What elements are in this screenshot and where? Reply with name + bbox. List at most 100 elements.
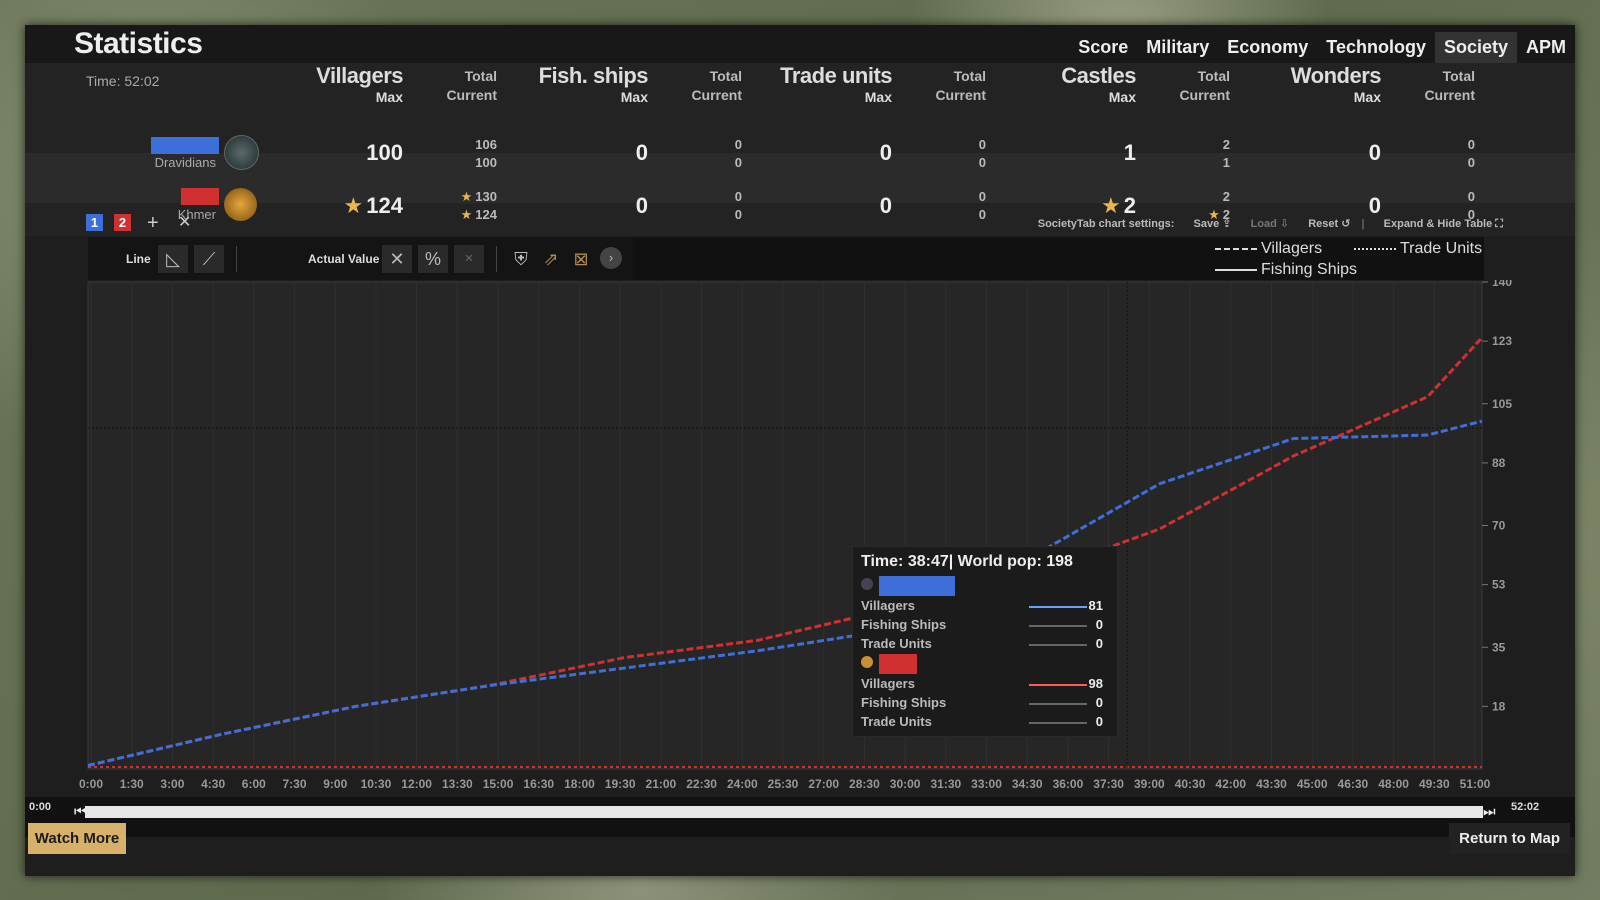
col-villagers-total-header: Total Current — [446, 68, 497, 103]
toolbar-divider — [496, 246, 497, 272]
x-tick-label: 27:00 — [808, 777, 839, 791]
x-tick-label: 7:30 — [283, 777, 307, 791]
x-tick-label: 30:00 — [890, 777, 921, 791]
p1-wonders-max: 0 — [1368, 140, 1381, 165]
society-line-chart[interactable]: 0:00 1:30 3:00 4:30 6:00 7:30 9:00 10:30 12:00 13… — [25, 280, 1575, 820]
x-tick-label: 12:00 — [401, 777, 432, 791]
actual-value-label: Actual Value — [308, 252, 380, 266]
khmer-civ-icon — [861, 656, 873, 668]
tooltip-title: Time: 38:47| World pop: 198 — [861, 553, 1073, 570]
col-castles-total-header: Total Current — [1179, 68, 1230, 103]
timeline-slider[interactable] — [85, 806, 1483, 818]
dravidians-civ-icon — [224, 135, 259, 170]
line-label: Line — [126, 252, 151, 266]
x-tick-label: 22:30 — [686, 777, 717, 791]
tooltip-row: Fishing Ships 0 — [861, 695, 1103, 710]
add-icon[interactable]: + — [147, 213, 159, 233]
expand-hide-table-button[interactable]: Expand & Hide Table ⛶ — [1376, 218, 1503, 230]
shield-icon[interactable]: ⛨ — [506, 245, 536, 273]
x-tick-label: 4:30 — [201, 777, 225, 791]
dravidians-civ-icon — [861, 578, 873, 590]
x-tick-label: 10:30 — [361, 777, 392, 791]
percent-icon[interactable]: % — [418, 245, 448, 273]
chart-toolbar: Line ◺ ⟋ Actual Value ✕ % ✕ ⛨ ⇗ ⊠ › Vill… — [88, 237, 1484, 280]
x-tick-label: 39:00 — [1134, 777, 1165, 791]
area-chart-icon[interactable]: ◺ — [158, 245, 188, 273]
legend-trade-units: Trade Units — [1354, 240, 1482, 258]
x-tick-label: 24:00 — [727, 777, 758, 791]
p1-wonders-total-current: 00 — [1467, 137, 1475, 170]
x-tick-label: 18:00 — [564, 777, 595, 791]
col-wonders-total-header: Total Current — [1424, 68, 1475, 103]
player-1-toggle[interactable]: 1 — [86, 214, 103, 231]
game-time: Time: 52:02 — [86, 73, 160, 89]
tooltip-player-1-bar — [879, 576, 955, 596]
x-tick-label: 51:00 — [1460, 777, 1491, 791]
close-icon[interactable]: ✕ — [382, 245, 412, 273]
chart-tooltip: Time: 38:47| World pop: 198 Villagers 81 … — [852, 546, 1118, 737]
legend-swatch — [1215, 247, 1257, 250]
x-tick-label: 9:00 — [323, 777, 347, 791]
col-tradeunits-total-header: Total Current — [935, 68, 986, 103]
y-tick-label: 35 — [1492, 640, 1506, 654]
col-fishships-total-header: Total Current — [691, 68, 742, 103]
p1-fishships-max: 0 — [635, 140, 648, 165]
tab-technology[interactable]: Technology — [1317, 32, 1435, 63]
battle-icon[interactable]: ⊠ — [566, 245, 596, 273]
timeline-end: 52:02 — [1511, 801, 1540, 813]
col-fishships-header: Fish. ships Max — [538, 63, 649, 105]
x-tick-label: 0:00 — [79, 777, 103, 791]
max-icon[interactable]: ✕ — [454, 245, 484, 273]
tooltip-row: Trade Units 0 — [861, 636, 1103, 651]
x-tick-label: 13:30 — [442, 777, 473, 791]
return-to-map-button[interactable]: Return to Map — [1449, 823, 1570, 854]
x-tick-label: 37:30 — [1093, 777, 1124, 791]
line-chart-icon[interactable]: ⟋ — [194, 245, 224, 273]
x-tick-label: 16:30 — [523, 777, 554, 791]
player-1-color-bar — [151, 137, 219, 154]
p1-castles-max: 1 — [1123, 140, 1136, 165]
close-icon[interactable]: ✕ — [178, 213, 191, 233]
x-tick-label: 40:30 — [1175, 777, 1206, 791]
col-tradeunits-header: Trade units Max — [780, 63, 892, 105]
x-tick-label: 1:30 — [120, 777, 144, 791]
tab-military[interactable]: Military — [1137, 32, 1218, 63]
y-tick-label: 123 — [1492, 334, 1512, 348]
p1-tradeunits-max: 0 — [879, 140, 892, 165]
col-villagers-header: Villagers Max — [316, 63, 403, 105]
watch-more-button[interactable]: Watch More — [28, 823, 126, 854]
tab-economy[interactable]: Economy — [1218, 32, 1317, 63]
legend-swatch — [1354, 247, 1396, 250]
x-tick-label: 34:30 — [1012, 777, 1043, 791]
player-2-toggle[interactable]: 2 — [114, 214, 131, 231]
p1-villagers-max: 100 — [366, 140, 403, 165]
x-tick-label: 15:00 — [483, 777, 514, 791]
p1-tradeunits-total-current: 00 — [978, 137, 986, 170]
skip-end-icon[interactable]: ⏭ — [1483, 803, 1496, 820]
y-tick-label: 88 — [1492, 456, 1506, 470]
tab-apm[interactable]: APM — [1517, 32, 1575, 63]
bottom-bar: Watch More Return to Map — [25, 822, 1575, 856]
reset-button[interactable]: Reset ↺ — [1300, 218, 1350, 230]
tooltip-row: Villagers 81 — [861, 598, 1103, 613]
x-tick-label: 6:00 — [242, 777, 266, 791]
y-tick-label: 105 — [1492, 397, 1512, 411]
settings-label: SocietyTab chart settings: — [1037, 218, 1175, 230]
x-tick-label: 3:00 — [160, 777, 184, 791]
col-wonders-header: Wonders Max — [1290, 63, 1382, 105]
load-button[interactable]: Load ⇩ — [1243, 218, 1290, 230]
chart-controls: 1 2 + ✕ SocietyTab chart settings: Save … — [25, 206, 1575, 238]
x-tick-label: 45:00 — [1297, 777, 1328, 791]
tab-society[interactable]: Society — [1434, 32, 1517, 63]
save-button[interactable]: Save ⇪ — [1186, 218, 1232, 230]
legend-swatch — [1215, 268, 1257, 271]
p1-villagers-total-current: 106 100 — [475, 137, 497, 170]
statistics-window: Statistics Score Military Economy Techno… — [25, 25, 1575, 876]
age-up-icon[interactable]: ⇗ — [536, 245, 566, 273]
tab-score[interactable]: Score — [1069, 32, 1137, 63]
y-tick-label: 140 — [1492, 280, 1512, 289]
col-castles-header: Castles Max — [1061, 63, 1136, 105]
x-tick-label: 48:00 — [1378, 777, 1409, 791]
chevron-right-icon[interactable]: › — [600, 247, 622, 269]
x-tick-label: 21:00 — [646, 777, 677, 791]
